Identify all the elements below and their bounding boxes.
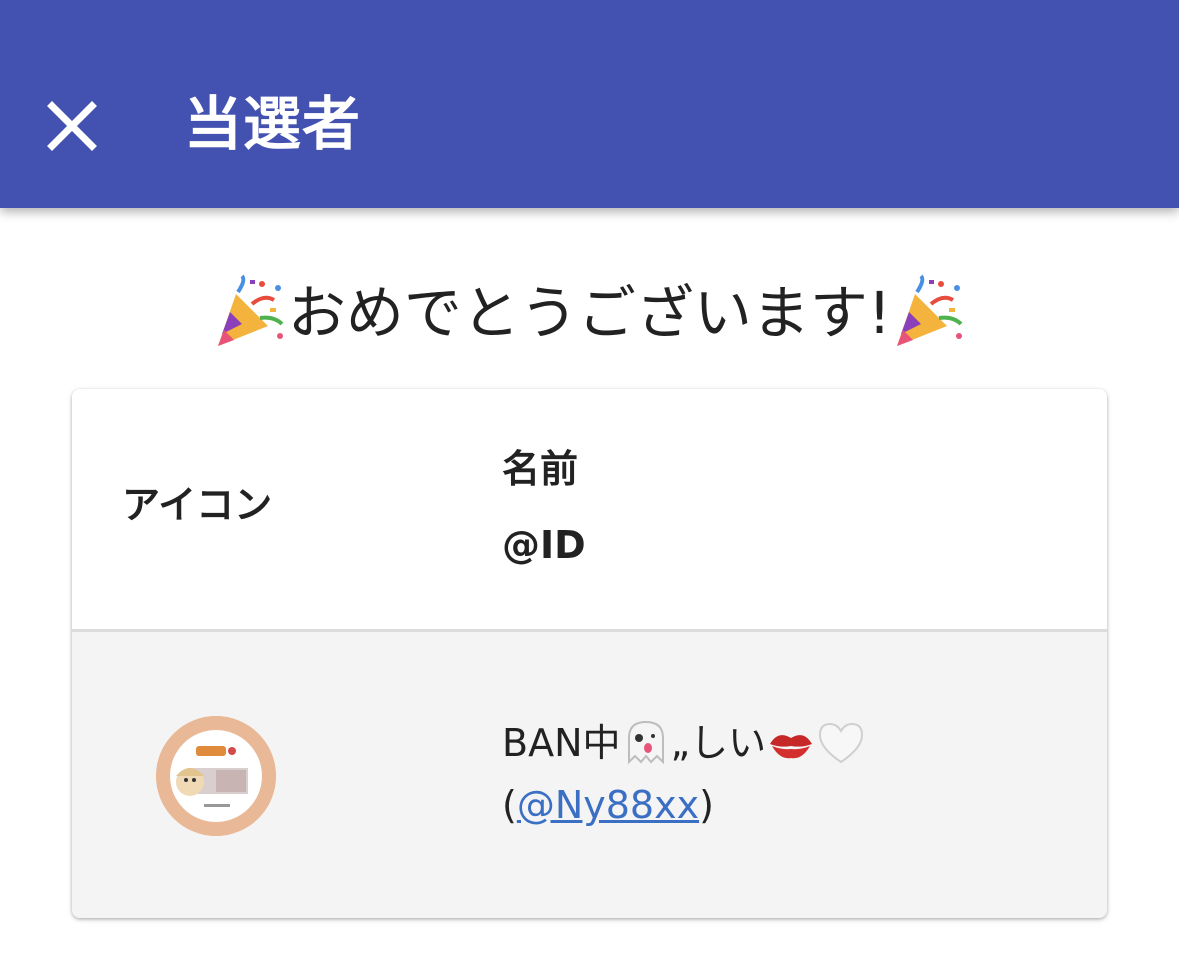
winner-name-text: BAN中	[502, 721, 621, 765]
close-icon	[47, 101, 97, 151]
white-heart-icon	[819, 722, 864, 763]
winner-id: (@Ny88xx)	[502, 776, 714, 834]
congratulations-message: おめでとうございます!	[0, 268, 1179, 358]
column-header-id: @ID	[502, 523, 586, 567]
page-title: 当選者	[184, 90, 362, 158]
winner-id-close-paren: )	[699, 783, 714, 827]
party-popper-icon	[217, 274, 284, 346]
ghost-icon	[627, 720, 664, 764]
winner-name: BAN中 „しい	[502, 714, 866, 772]
party-popper-icon	[897, 274, 963, 346]
winner-id-link[interactable]: @Ny88xx	[517, 783, 699, 827]
kiss-mark-icon	[770, 734, 813, 758]
table-header: アイコン 名前 @ID	[72, 389, 1107, 632]
column-header-icon: アイコン	[122, 483, 273, 527]
column-header-name: 名前	[502, 447, 579, 491]
winner-name-suffix: „しい	[670, 721, 767, 765]
winner-id-open-paren: (	[502, 783, 517, 827]
app-bar: 当選者	[0, 0, 1179, 208]
winners-table: アイコン 名前 @ID BAN中 „しい (@Ny88xx)	[72, 389, 1107, 918]
close-button[interactable]	[36, 90, 108, 162]
user-avatar[interactable]	[156, 716, 276, 836]
table-row: BAN中 „しい (@Ny88xx)	[72, 632, 1107, 918]
congratulations-text: おめでとうございます!	[287, 279, 892, 347]
